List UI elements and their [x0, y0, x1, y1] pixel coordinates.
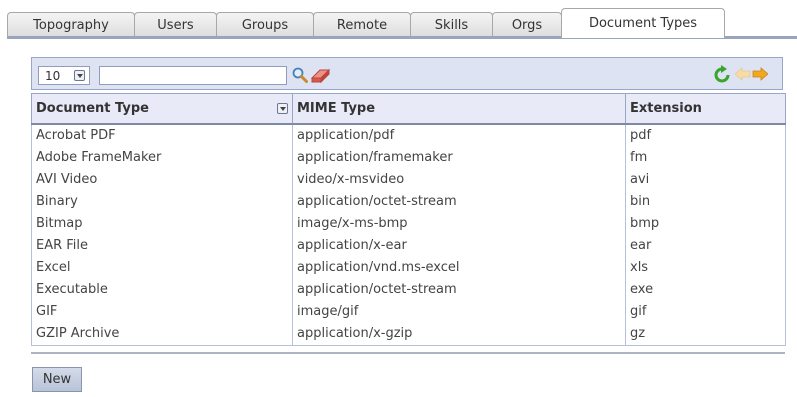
table-row[interactable]: Executable application/octet-stream exe [31, 278, 786, 301]
next-arrow-icon[interactable] [752, 67, 768, 81]
cell-document-type: Excel [31, 256, 293, 279]
table-row[interactable]: Acrobat PDF application/pdf pdf [31, 123, 786, 147]
column-header-label: Document Type [36, 100, 149, 116]
grid-toolbar: 10 [31, 57, 783, 90]
tab-label: Skills [434, 18, 469, 33]
cell-extension: fm [625, 146, 786, 169]
cell-extension: avi [625, 168, 786, 191]
cell-mime-type: application/x-ear [292, 234, 626, 257]
page-size-value: 10 [45, 69, 61, 83]
tab-label: Remote [336, 18, 388, 33]
tab-label: Topography [33, 18, 109, 33]
table-header-row: Document Type MIME Type Extension [31, 93, 786, 125]
tab-remote[interactable]: Remote [313, 12, 411, 38]
table-row[interactable]: EAR File application/x-ear ear [31, 234, 786, 257]
column-header-mime-type[interactable]: MIME Type [292, 93, 626, 125]
cell-mime-type: video/x-msvideo [292, 168, 626, 191]
footer-divider [31, 352, 785, 354]
cell-extension: bmp [625, 212, 786, 235]
table-row[interactable]: GIF image/gif gif [31, 300, 786, 323]
search-input[interactable] [99, 66, 287, 85]
cell-mime-type: application/x-gzip [292, 322, 626, 346]
tab-orgs[interactable]: Orgs [492, 12, 562, 38]
cell-document-type: EAR File [31, 234, 293, 257]
table-row[interactable]: Adobe FrameMaker application/framemaker fm [31, 146, 786, 169]
table-row[interactable]: Bitmap image/x-ms-bmp bmp [31, 212, 786, 235]
page-size-select[interactable]: 10 [38, 66, 90, 85]
table-row[interactable]: Binary application/octet-stream bin [31, 190, 786, 213]
table-row[interactable]: Excel application/vnd.ms-excel xls [31, 256, 786, 279]
cell-document-type: GZIP Archive [31, 322, 293, 346]
refresh-icon[interactable] [712, 65, 732, 85]
cell-document-type: AVI Video [31, 168, 293, 191]
tab-bar: Topography Users Groups Remote Skills Or… [7, 5, 725, 38]
tab-label: Users [157, 18, 194, 33]
cell-extension: ear [625, 234, 786, 257]
cell-extension: xls [625, 256, 786, 279]
cell-document-type: Acrobat PDF [31, 123, 293, 147]
cell-document-type: Binary [31, 190, 293, 213]
cell-extension: gif [625, 300, 786, 323]
cell-document-type: GIF [31, 300, 293, 323]
cell-mime-type: application/octet-stream [292, 278, 626, 301]
tab-label: Groups [241, 18, 289, 33]
cell-document-type: Executable [31, 278, 293, 301]
tab-skills[interactable]: Skills [410, 12, 493, 38]
table-row[interactable]: AVI Video video/x-msvideo avi [31, 168, 786, 191]
cell-mime-type: image/x-ms-bmp [292, 212, 626, 235]
prev-arrow-icon[interactable] [735, 67, 751, 81]
tab-label: Orgs [511, 18, 543, 33]
cell-extension: exe [625, 278, 786, 301]
tab-groups[interactable]: Groups [216, 12, 314, 38]
column-menu-icon[interactable] [277, 103, 288, 114]
column-header-label: Extension [630, 100, 702, 116]
column-header-document-type[interactable]: Document Type [31, 93, 293, 125]
tab-users[interactable]: Users [134, 12, 217, 38]
search-icon[interactable] [291, 66, 309, 84]
tab-document-types[interactable]: Document Types [561, 8, 725, 38]
cell-extension: gz [625, 322, 786, 346]
tab-label: Document Types [588, 16, 698, 31]
eraser-icon[interactable] [310, 66, 332, 84]
tab-topography[interactable]: Topography [7, 12, 135, 38]
table-row[interactable]: GZIP Archive application/x-gzip gz [31, 322, 786, 346]
cell-mime-type: application/vnd.ms-excel [292, 256, 626, 279]
document-types-panel: 10 Document Type MIME Type Extension Acr… [31, 57, 786, 346]
cell-extension: pdf [625, 123, 786, 147]
document-types-table: Document Type MIME Type Extension Acroba… [31, 93, 786, 346]
new-button[interactable]: New [32, 367, 82, 392]
cell-document-type: Adobe FrameMaker [31, 146, 293, 169]
cell-mime-type: application/framemaker [292, 146, 626, 169]
cell-extension: bin [625, 190, 786, 213]
column-header-extension[interactable]: Extension [625, 93, 786, 125]
chevron-down-icon [74, 70, 85, 81]
column-header-label: MIME Type [297, 100, 376, 116]
cell-mime-type: image/gif [292, 300, 626, 323]
cell-mime-type: application/octet-stream [292, 190, 626, 213]
cell-document-type: Bitmap [31, 212, 293, 235]
cell-mime-type: application/pdf [292, 123, 626, 147]
